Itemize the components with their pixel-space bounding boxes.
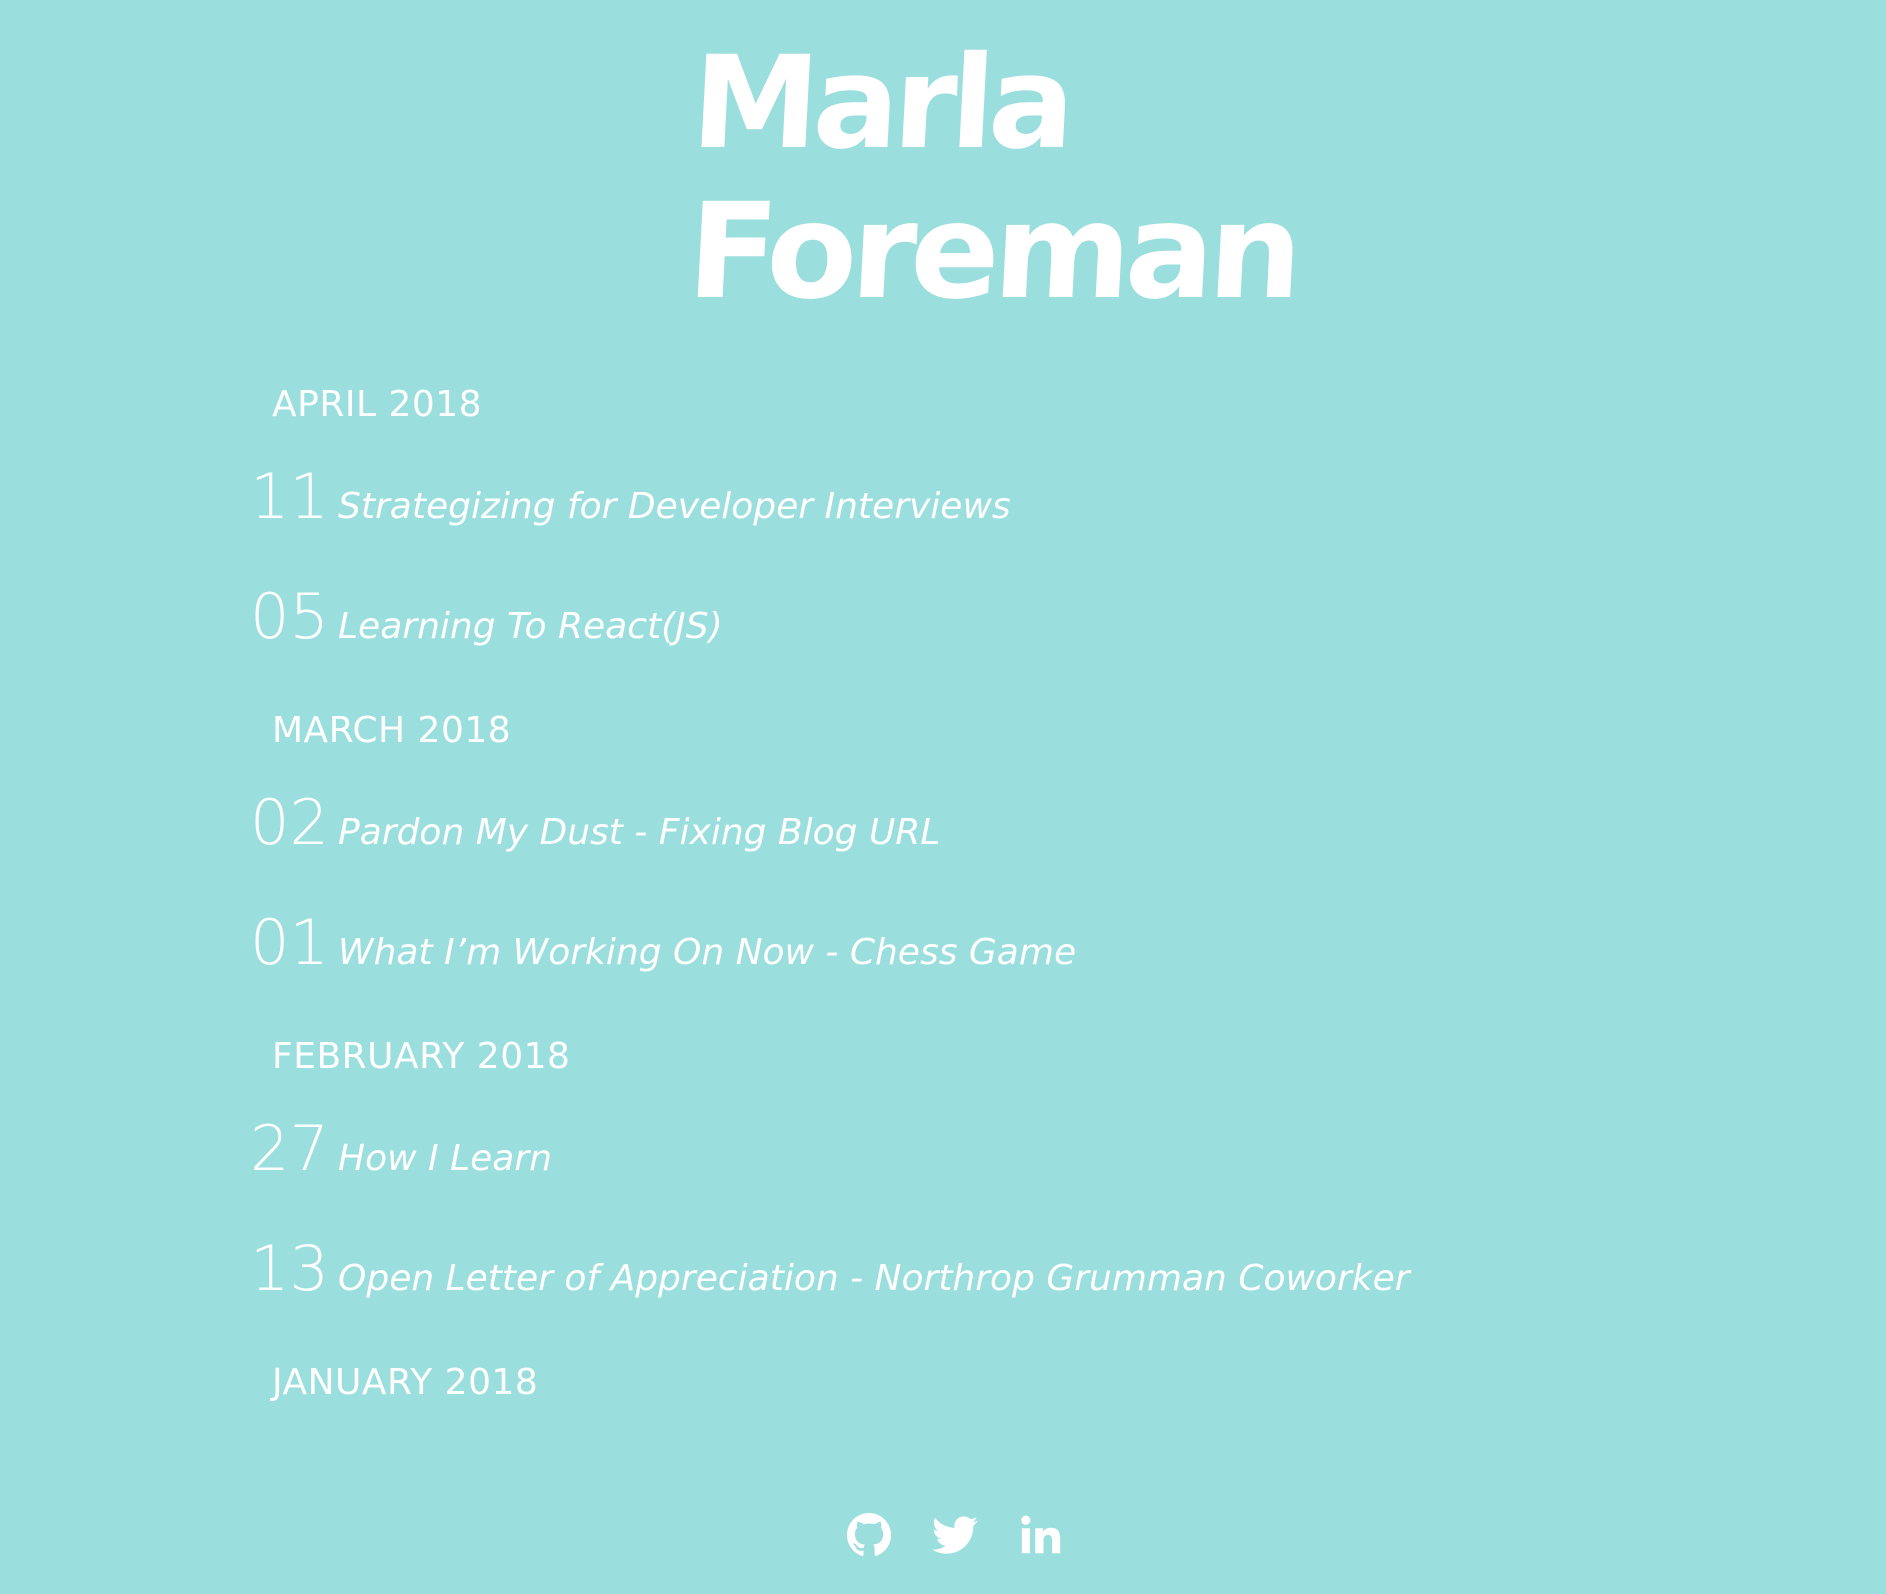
post-archive: APRIL 2018 11 Strategizing for Developer…	[250, 380, 1650, 1444]
logo-first-name: Marla	[688, 29, 1074, 178]
month-group-january-2018: JANUARY 2018	[250, 1358, 1650, 1408]
logo-last-name: Foreman	[683, 175, 1301, 329]
linkedin-icon	[1021, 1515, 1061, 1554]
github-link[interactable]	[846, 1512, 892, 1558]
post-item: 27 How I Learn	[250, 1118, 1650, 1238]
post-link[interactable]: Strategizing for Developer Interviews	[338, 486, 1011, 527]
blog-archive-page: Marla Foreman APRIL 2018 11 Strategizing…	[0, 0, 1886, 1594]
post-day: 01	[250, 906, 329, 979]
month-group-march-2018: MARCH 2018 02 Pardon My Dust - Fixing Bl…	[250, 706, 1650, 1032]
post-link[interactable]: How I Learn	[338, 1138, 552, 1179]
linkedin-link[interactable]	[1018, 1512, 1064, 1558]
site-logo[interactable]: Marla Foreman	[684, 29, 1301, 329]
month-heading: APRIL 2018	[272, 384, 483, 425]
post-item: 11 Strategizing for Developer Interviews	[250, 466, 1650, 586]
post-day: 02	[250, 786, 329, 859]
month-heading: FEBRUARY 2018	[272, 1036, 571, 1077]
post-day: 27	[250, 1112, 329, 1185]
month-heading: JANUARY 2018	[272, 1362, 539, 1403]
github-icon	[846, 1512, 892, 1556]
post-item: 02 Pardon My Dust - Fixing Blog URL	[250, 792, 1650, 912]
post-item: 13 Open Letter of Appreciation - Northro…	[250, 1238, 1650, 1358]
post-link[interactable]: Learning To React(JS)	[338, 606, 723, 647]
post-day: 05	[250, 580, 329, 653]
social-links	[846, 1512, 1064, 1558]
month-group-february-2018: FEBRUARY 2018 27 How I Learn 13 Open Let…	[250, 1032, 1650, 1358]
post-day: 11	[250, 460, 329, 533]
month-group-april-2018: APRIL 2018 11 Strategizing for Developer…	[250, 380, 1650, 706]
month-heading: MARCH 2018	[272, 710, 512, 751]
post-link[interactable]: What I’m Working On Now - Chess Game	[338, 932, 1076, 973]
twitter-link[interactable]	[932, 1512, 978, 1558]
post-link[interactable]: Pardon My Dust - Fixing Blog URL	[338, 812, 940, 853]
post-item: 01 What I’m Working On Now - Chess Game	[250, 912, 1650, 1032]
post-link[interactable]: Open Letter of Appreciation - Northrop G…	[338, 1258, 1410, 1299]
post-item: 05 Learning To React(JS)	[250, 586, 1650, 706]
twitter-icon	[932, 1516, 978, 1554]
post-day: 13	[250, 1232, 329, 1305]
